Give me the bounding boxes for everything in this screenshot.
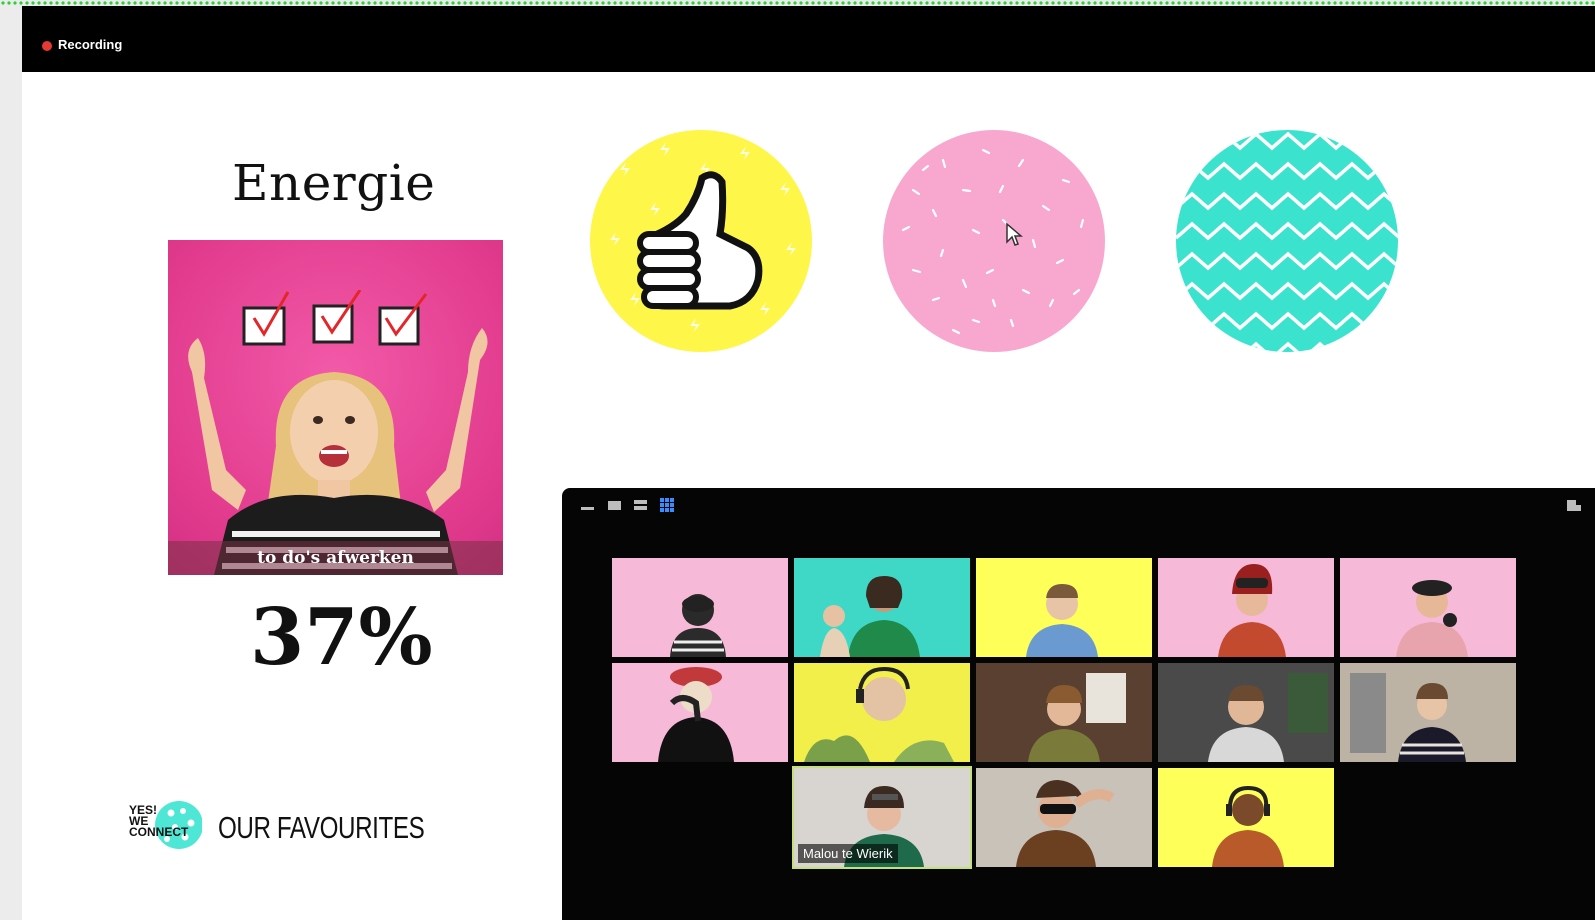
participant-tile[interactable]: [976, 558, 1152, 657]
sprinkles-option[interactable]: [883, 130, 1105, 352]
participant-tile[interactable]: [1340, 663, 1516, 762]
logo-wordmark: YES! WE CONNECT: [129, 804, 189, 839]
photo-caption: to do's afwerken: [257, 548, 414, 568]
participant-tile[interactable]: [1158, 663, 1334, 762]
recording-dot-icon: [42, 41, 52, 51]
participant-tile[interactable]: [976, 768, 1152, 867]
woman-illustration: [188, 328, 488, 575]
fullscreen-icon[interactable]: [1567, 498, 1581, 512]
active-speaker-tile[interactable]: Malou te Wierik: [792, 766, 972, 869]
energy-photo: to do's afwerken: [168, 240, 503, 575]
sprinkles-pattern: [901, 148, 1085, 335]
zigzag-option[interactable]: [1176, 130, 1398, 352]
left-edge: [0, 6, 22, 920]
participant-tile[interactable]: [1158, 558, 1334, 657]
participant-tile[interactable]: [976, 663, 1152, 762]
gallery-view-icon[interactable]: [660, 498, 674, 512]
zigzag-pattern: [1176, 131, 1398, 352]
presentation-slide: Energie to do's afwerken 37% YES! WE CON…: [22, 72, 1595, 920]
recording-label: Recording: [58, 37, 123, 52]
recording-bar: Recording: [22, 6, 1595, 72]
brand-name: OUR FAVOURITES: [218, 810, 425, 845]
minimize-icon[interactable]: [581, 498, 595, 512]
speaker-view-icon[interactable]: [608, 498, 622, 512]
slide-title: Energie: [232, 154, 436, 212]
participant-tile[interactable]: [1340, 558, 1516, 657]
participant-tile[interactable]: [612, 558, 788, 657]
sidebar-view-icon[interactable]: [634, 498, 648, 512]
thumbs-up-option[interactable]: [590, 130, 812, 352]
participant-tile[interactable]: [1158, 768, 1334, 867]
participant-tile[interactable]: [794, 558, 970, 657]
participant-name: Malou te Wierik: [798, 844, 898, 863]
participant-tile[interactable]: [794, 663, 970, 762]
energy-percentage: 37%: [250, 592, 433, 683]
thumbs-up-icon: [637, 171, 763, 310]
mouse-cursor-icon: [1006, 222, 1023, 246]
participant-tile[interactable]: [612, 663, 788, 762]
zoom-gallery-window[interactable]: Malou te Wierik: [562, 488, 1595, 920]
logo-line-3: CONNECT: [129, 825, 189, 839]
